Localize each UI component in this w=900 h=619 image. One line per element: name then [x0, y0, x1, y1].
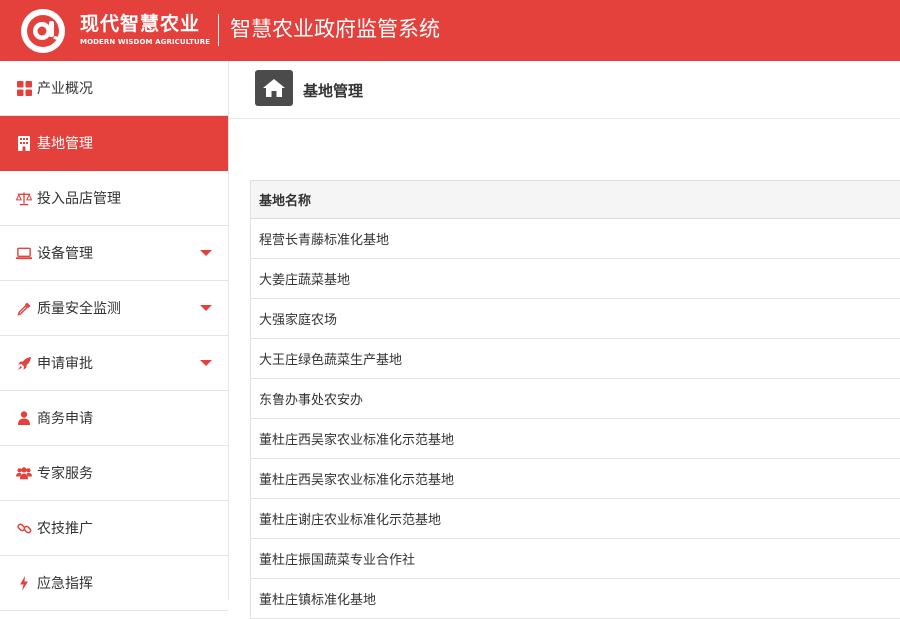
table-row[interactable]: 大强家庭农场 — [251, 299, 900, 339]
logo-at-icon — [21, 9, 65, 53]
laptop-icon — [16, 245, 32, 261]
table-row[interactable]: 程营长青藤标准化基地 — [251, 219, 900, 259]
user-icon — [16, 410, 32, 426]
grid-icon — [16, 80, 32, 96]
table-row[interactable]: 董杜庄西吴家农业标准化示范基地 — [251, 459, 900, 499]
sidebar-item-input-store[interactable]: 投入品店管理 — [0, 171, 228, 226]
sidebar-item-emergency-command[interactable]: 应急指挥 — [0, 556, 228, 611]
sidebar-item-label: 投入品店管理 — [37, 191, 121, 207]
home-icon — [263, 79, 285, 97]
logo-text-cn: 现代智慧农业 — [80, 13, 201, 35]
table-row[interactable]: 大王庄绿色蔬菜生产基地 — [251, 339, 900, 379]
app-header: 现代智慧农业 MODERN WISDOM AGRICULTURE 智慧农业政府监… — [0, 0, 900, 61]
sidebar-item-label: 基地管理 — [37, 136, 93, 152]
logo-divider — [218, 14, 219, 46]
sidebar-item-label: 应急指挥 — [37, 576, 93, 592]
sidebar-item-agritech-promotion[interactable]: 农技推广 — [0, 501, 228, 556]
building-icon — [16, 135, 32, 151]
sidebar-item-device-management[interactable]: 设备管理 — [0, 226, 228, 281]
chevron-down-icon[interactable] — [200, 250, 212, 256]
system-title: 智慧农业政府监管系统 — [230, 17, 440, 41]
sidebar-item-label: 商务申请 — [37, 411, 93, 427]
table-row[interactable]: 董杜庄振国蔬菜专业合作社 — [251, 539, 900, 579]
link-icon — [16, 520, 32, 536]
sidebar-item-label: 申请审批 — [37, 356, 93, 372]
eyedropper-icon — [16, 300, 32, 316]
logo-text-en: MODERN WISDOM AGRICULTURE — [80, 38, 211, 46]
users-icon — [16, 465, 32, 481]
sidebar-item-expert-service[interactable]: 专家服务 — [0, 446, 228, 501]
chevron-down-icon[interactable] — [200, 360, 212, 366]
base-table: 基地名称 程营长青藤标准化基地 大姜庄蔬菜基地 大强家庭农场 大王庄绿色蔬菜生产… — [250, 180, 900, 619]
table-row[interactable]: 东鲁办事处农安办 — [251, 379, 900, 419]
sidebar-item-label: 产业概况 — [37, 81, 93, 97]
bolt-icon — [16, 575, 32, 591]
chevron-down-icon[interactable] — [200, 305, 212, 311]
main-content: 基地管理 基地名称 程营长青藤标准化基地 大姜庄蔬菜基地 大强家庭农场 大王庄绿… — [229, 61, 900, 619]
sidebar-item-business-application[interactable]: 商务申请 — [0, 391, 228, 446]
sidebar-item-base-management[interactable]: 基地管理 — [0, 116, 228, 171]
page-title: 基地管理 — [303, 82, 364, 100]
breadcrumb: 基地管理 — [229, 61, 900, 119]
table-row[interactable]: 董杜庄镇标准化基地 — [251, 579, 900, 619]
sidebar-item-quality-safety[interactable]: 质量安全监测 — [0, 281, 228, 336]
table-row[interactable]: 大姜庄蔬菜基地 — [251, 259, 900, 299]
home-button[interactable] — [255, 70, 293, 106]
table-header: 基地名称 — [251, 181, 900, 219]
table-row[interactable]: 董杜庄谢庄农业标准化示范基地 — [251, 499, 900, 539]
scale-icon — [16, 190, 32, 206]
table-row[interactable]: 董杜庄西吴家农业标准化示范基地 — [251, 419, 900, 459]
sidebar-item-overview[interactable]: 产业概况 — [0, 61, 228, 116]
sidebar-item-label: 设备管理 — [37, 246, 93, 262]
sidebar: 产业概况 基地管理 投入品店管理 设备管理 质量安全监测 申请审批 商务申请 专… — [0, 61, 229, 611]
sidebar-item-label: 专家服务 — [37, 466, 93, 482]
sidebar-item-label: 质量安全监测 — [37, 301, 121, 317]
sidebar-item-label: 农技推广 — [37, 521, 93, 537]
sidebar-item-application-approval[interactable]: 申请审批 — [0, 336, 228, 391]
rocket-icon — [16, 355, 32, 371]
